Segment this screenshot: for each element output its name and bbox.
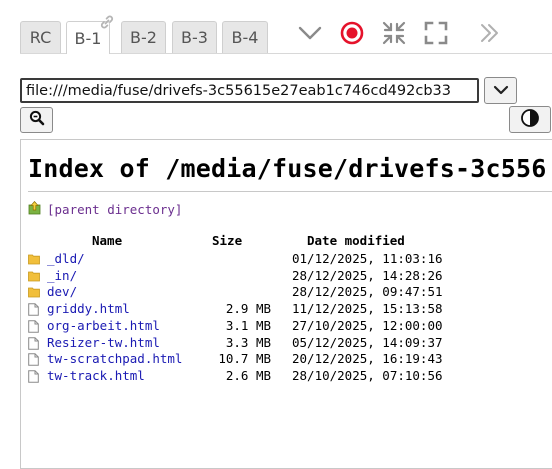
entry-modified: 28/12/2025, 14:28:26 <box>292 267 443 283</box>
up-folder-icon <box>28 200 41 219</box>
tab-bar: RC B-1 B-2 B-3 B-4 <box>0 0 552 54</box>
entry-link[interactable]: _dld/ <box>47 251 85 266</box>
list-item: _dld/01/12/2025, 11:03:16 <box>28 251 548 267</box>
file-icon <box>28 303 39 319</box>
chevron-down-icon <box>493 81 509 100</box>
file-icon-graphic <box>28 370 39 383</box>
entry-modified: 05/12/2025, 14:09:37 <box>292 334 443 350</box>
entry-modified: 01/12/2025, 11:03:16 <box>292 251 443 266</box>
entry-modified: 28/12/2025, 09:47:51 <box>292 284 443 300</box>
entry-size: 3.3 MB <box>225 334 271 350</box>
record-icon[interactable] <box>340 21 364 49</box>
link-icon <box>98 13 116 35</box>
tab-b4[interactable]: B-4 <box>222 21 268 53</box>
page-title: Index of /media/fuse/drivefs-3c556 <box>28 154 547 183</box>
tab-b3[interactable]: B-3 <box>172 21 217 53</box>
magnifier-icon <box>29 110 45 130</box>
folder-icon-graphic <box>28 287 40 298</box>
entry-size: 2.6 MB <box>225 367 271 383</box>
title-divider <box>28 191 552 192</box>
list-item: Resizer-tw.html 3.3 MB 05/12/2025, 14:09:3… <box>28 335 548 351</box>
tab-b2[interactable]: B-2 <box>121 21 166 53</box>
entry-link[interactable]: org-arbeit.html <box>47 318 160 333</box>
list-item: tw-track.html 2.6 MB 28/10/2025, 07:10:56 <box>28 368 548 384</box>
file-icon <box>28 370 39 386</box>
shrink-icon[interactable] <box>381 20 407 50</box>
folder-icon-graphic <box>28 271 40 282</box>
folder-icon-graphic <box>28 254 40 265</box>
entry-link[interactable]: _in/ <box>47 268 77 283</box>
fullscreen-icon[interactable] <box>424 21 448 49</box>
column-header-name[interactable]: Name <box>92 233 122 248</box>
list-item: org-arbeit.html 3.1 MB 27/10/2025, 12:00:0… <box>28 318 548 334</box>
parent-directory-link[interactable]: [parent directory] <box>47 202 182 217</box>
folder-icon <box>28 286 40 301</box>
contrast-icon <box>520 108 540 132</box>
entry-size: 10.7 MB <box>218 351 271 367</box>
column-header-modified[interactable]: Date modified <box>307 233 405 248</box>
file-icon <box>28 336 39 353</box>
entry-link[interactable]: dev/ <box>47 284 77 299</box>
file-icon-graphic <box>28 303 39 316</box>
folder-icon <box>28 270 40 285</box>
entry-modified: 28/10/2025, 07:10:56 <box>292 367 443 383</box>
double-chevron-right-icon[interactable] <box>478 22 502 48</box>
list-item: _in/28/12/2025, 14:28:26 <box>28 268 548 284</box>
entry-modified: 11/12/2025, 15:13:58 <box>292 301 443 317</box>
column-header-size[interactable]: Size <box>212 233 242 248</box>
file-icon-graphic <box>28 319 39 333</box>
list-item: griddy.html 2.9 MB 11/12/2025, 15:13:58 <box>28 301 548 317</box>
folder-icon <box>28 253 40 268</box>
contrast-toggle-button[interactable] <box>509 106 551 133</box>
entry-size: 3.1 MB <box>225 317 271 333</box>
tab-rc[interactable]: RC <box>20 21 61 53</box>
entry-modified: 20/12/2025, 16:19:43 <box>292 351 443 367</box>
entry-link[interactable]: griddy.html <box>47 301 130 316</box>
address-input[interactable]: file:///media/fuse/drivefs-3c55615e27eab… <box>20 78 479 103</box>
content-frame: Index of /media/fuse/drivefs-3c556 [pare… <box>20 139 552 469</box>
entry-link[interactable]: Resizer-tw.html <box>47 335 160 350</box>
address-dropdown-button[interactable] <box>484 77 517 104</box>
zoom-button[interactable] <box>20 107 53 133</box>
entry-size: 2.9 MB <box>225 301 271 317</box>
file-icon-graphic <box>28 353 39 366</box>
parent-directory-row: [parent directory] <box>28 200 182 219</box>
entry-link[interactable]: tw-track.html <box>47 368 145 383</box>
entry-modified: 27/10/2025, 12:00:00 <box>292 317 443 333</box>
list-item: tw-scratchpad.html 10.7 MB 20/12/2025, 16:… <box>28 351 548 367</box>
chevron-down-icon[interactable] <box>297 22 323 48</box>
file-icon <box>28 319 39 336</box>
entry-link[interactable]: tw-scratchpad.html <box>47 351 182 366</box>
list-item: dev/28/12/2025, 09:47:51 <box>28 284 548 300</box>
file-icon-graphic <box>28 336 39 350</box>
file-icon <box>28 353 39 369</box>
